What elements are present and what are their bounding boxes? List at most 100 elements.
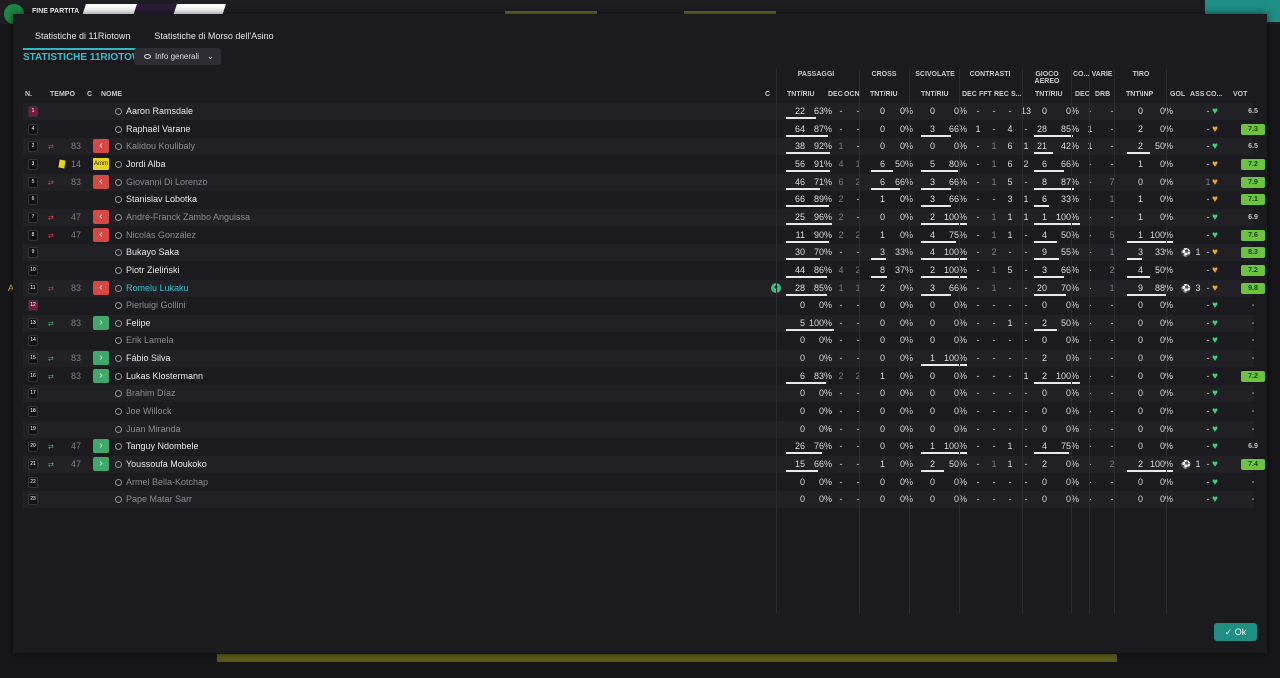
- table-row[interactable]: 6 Stanislav Lobotka 66 89% 2-1 0% 3 66% - -3 1 6 33%…: [23, 191, 1265, 208]
- player-name[interactable]: Raphaël Varane: [115, 121, 190, 138]
- var-drb: 2: [1109, 459, 1115, 469]
- column-header-c[interactable]: C: [87, 91, 92, 98]
- column-header-tackle-tnt[interactable]: TNT/RIU: [921, 91, 949, 98]
- table-row[interactable]: 9 Bukayo Saka 30 70% - -3 33% 4 100% -2- -9 55% -1 3 3…: [23, 244, 1265, 262]
- table-row[interactable]: 7 ⇄ ‹ 47 André-Franck Zambo Anguissa 25 96% 2-0…: [23, 208, 1258, 226]
- player-rating: 6.9: [1248, 443, 1258, 451]
- player-name[interactable]: Aaron Ramsdale: [115, 103, 193, 120]
- tab-away-stats[interactable]: Statistiche di Morso dell'Asino: [142, 28, 285, 50]
- column-header-name[interactable]: NOME: [101, 91, 122, 98]
- pass-bar: [786, 328, 834, 331]
- table-row[interactable]: 8 ⇄ ‹ 47 Nicolás González 11 90% 2 2 1 0% 4 75% -1 1-4…: [23, 227, 1265, 244]
- player-name[interactable]: Joe Willock: [115, 403, 172, 420]
- player-name[interactable]: Piotr Zieliński: [115, 262, 180, 279]
- column-header-co-dec[interactable]: DEC: [1075, 91, 1090, 98]
- table-row[interactable]: 2 ⇄ ‹ 83 Kalidou Koulibaly 38 92% 1-0 0% 0 0% -1 6 1 2…: [23, 138, 1258, 156]
- table-row[interactable]: 15 ⇄ › 83 Fábio Silva 0 0% - -0 0% 1 100% - - - -2 0% - -0…: [23, 350, 1254, 368]
- player-name[interactable]: Pierluigi Gollini: [115, 297, 186, 314]
- player-name[interactable]: Youssoufa Moukoko: [115, 456, 207, 473]
- substitute-in-button[interactable]: ›: [93, 439, 109, 454]
- con-dec: -: [976, 211, 980, 222]
- player-name[interactable]: Kalidou Koulibaly: [115, 138, 195, 155]
- table-row[interactable]: 19Juan Miranda00%--00%00%----00%--00%-♥-: [23, 420, 1254, 438]
- table-row[interactable]: 10 Piotr Zieliński 44 86% 4 2 8 37% 2 100% -1 5-3 66…: [23, 262, 1265, 279]
- condition-heart-icon: ♥: [1212, 370, 1218, 382]
- player-name[interactable]: Tanguy Ndombele: [115, 438, 199, 455]
- column-header-pass-ocn[interactable]: OCN: [844, 91, 860, 98]
- ok-button[interactable]: ✓ Ok: [1214, 623, 1257, 641]
- player-name[interactable]: André-Franck Zambo Anguissa: [115, 209, 250, 226]
- column-header-air-tnt[interactable]: TNT/RIU: [1035, 91, 1063, 98]
- substitute-in-button[interactable]: ›: [93, 315, 109, 330]
- player-name[interactable]: Fábio Silva: [115, 350, 171, 367]
- column-header-pass-dec[interactable]: DEC: [828, 91, 843, 98]
- substitute-in-button[interactable]: ›: [93, 368, 109, 383]
- tab-home-stats[interactable]: Statistiche di 11Riotown: [23, 28, 143, 50]
- column-header-var-drb[interactable]: DRB: [1095, 91, 1110, 98]
- player-name[interactable]: Lukas Klostermann: [115, 368, 203, 385]
- substitute-in-button[interactable]: ›: [93, 351, 109, 366]
- condition-heart-icon: ♥: [1212, 158, 1218, 170]
- substitute-out-button[interactable]: ‹: [93, 174, 109, 189]
- cross-attempted: 0: [879, 406, 885, 417]
- table-row[interactable]: 21 ⇄ › 47 Youssoufa Moukoko 15 66% - -1 0% 2 50% -1 1…: [23, 456, 1265, 473]
- table-row[interactable]: 23Pape Matar Sarr00%--00%00%----00%--00%…: [23, 491, 1254, 509]
- substitute-out-button[interactable]: ‹: [93, 139, 109, 154]
- column-header-gol[interactable]: GOL: [1170, 91, 1185, 98]
- table-row[interactable]: 4Raphaël Varane6487%--00%366%1-4-2885%1-…: [23, 121, 1265, 138]
- player-name[interactable]: Pape Matar Sarr: [115, 491, 192, 508]
- column-header-con-dec[interactable]: DEC: [962, 91, 977, 98]
- player-name-text: Felipe: [126, 317, 151, 328]
- substitute-out-button[interactable]: ‹: [93, 209, 109, 224]
- table-row[interactable]: 18Joe Willock00%--00%00%----00%--00%-♥-: [23, 403, 1254, 420]
- player-name[interactable]: Jordi Alba: [115, 156, 166, 173]
- table-row[interactable]: 14Erik Lamela00%--00%00%----00%--00%-♥-: [23, 332, 1254, 349]
- column-header-time[interactable]: TEMPO: [50, 91, 75, 98]
- column-header-con-s[interactable]: S...: [1011, 91, 1022, 98]
- shot-pct: 0%: [1147, 191, 1173, 208]
- substitute-in-button[interactable]: ›: [93, 457, 109, 471]
- condition-heart-icon: ♥: [1212, 264, 1218, 276]
- tackle-attempted: 0: [929, 106, 935, 116]
- table-row[interactable]: 16 ⇄ › 83 Lukas Klostermann 6 83% 2 2 1 0% 0 0% - - -1 2…: [23, 368, 1265, 385]
- air-bar: [1034, 452, 1069, 455]
- air-pct: 0%: [1065, 335, 1079, 346]
- substitute-out-button[interactable]: ‹: [93, 280, 109, 295]
- column-header-pass-tnt[interactable]: TNT/RIU: [787, 91, 815, 98]
- table-row[interactable]: 13⇄›83Felipe5100%--00%00%--1-250%--00%-♥…: [23, 314, 1254, 332]
- player-name[interactable]: Romelu Lukaku: [115, 280, 189, 297]
- column-header-shot-tnt[interactable]: TNT\INP: [1126, 91, 1153, 98]
- player-name[interactable]: Stanislav Lobotka: [115, 191, 197, 208]
- column-header-num[interactable]: N.: [25, 91, 32, 98]
- column-header-cross-tnt[interactable]: TNT/RIU: [870, 91, 898, 98]
- column-divider: [859, 69, 860, 614]
- player-name[interactable]: Erik Lamela: [115, 332, 174, 349]
- player-name[interactable]: Bukayo Saka: [115, 244, 179, 261]
- player-name[interactable]: Nicolás González: [115, 227, 196, 244]
- table-row[interactable]: 1Aaron Ramsdale2263%--00%00%---1300%--00…: [23, 103, 1258, 120]
- column-header-ass[interactable]: ASS: [1190, 91, 1204, 98]
- column-header-co[interactable]: CO...: [1206, 91, 1222, 98]
- var-drb: -: [1110, 441, 1114, 452]
- player-name[interactable]: Felipe: [115, 315, 151, 332]
- column-header-con-rec[interactable]: REC: [994, 91, 1009, 98]
- column-header-vot[interactable]: VOT: [1233, 91, 1247, 98]
- table-row[interactable]: 22 Armel Bella-Kotchap 0 0% - -0 0% 0 0% - - - -0 0% -…: [23, 474, 1254, 491]
- table-row[interactable]: 17Brahim Díaz00%--00%00%----00%--00%-♥-: [23, 385, 1254, 403]
- player-name[interactable]: Armel Bella-Kotchap: [115, 474, 208, 491]
- column-header-c2[interactable]: C: [765, 91, 770, 98]
- player-name[interactable]: Juan Miranda: [115, 421, 181, 438]
- column-header-con-fft[interactable]: FFT: [979, 91, 992, 98]
- table-row[interactable]: 11⇄‹83Romelu Lukaku●2885%1120%366%-1--20…: [23, 279, 1265, 297]
- tackle-pct: 0%: [953, 141, 967, 152]
- player-name[interactable]: Brahim Díaz: [115, 385, 176, 402]
- sub-time: 83: [70, 141, 81, 152]
- substitute-out-button[interactable]: ‹: [93, 227, 109, 242]
- table-row[interactable]: 5 ⇄ ‹ 83 Giovanni Di Lorenzo 46 71% 6 2 6 66% 3 66% -…: [23, 173, 1265, 191]
- player-name[interactable]: Giovanni Di Lorenzo: [115, 174, 208, 191]
- info-dropdown[interactable]: Info generali ⌄: [134, 48, 221, 65]
- table-row[interactable]: 20 ⇄ › 47 Tanguy Ndombele 26 76% - -0 0% 1 100% - -1-…: [23, 438, 1258, 455]
- table-row[interactable]: 3 Amm 14 Jordi Alba 56 91% 4 1 6 50% 5 80% -1 6 2 6 66% -…: [23, 156, 1265, 173]
- table-row[interactable]: 12 Pierluigi Gollini 0 0% - -0 0% 0 0% - - - -0 0% - -0…: [23, 297, 1254, 314]
- player-name-text: Joe Willock: [126, 406, 172, 417]
